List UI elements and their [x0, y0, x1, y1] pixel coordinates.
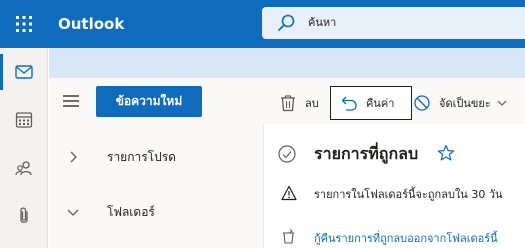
- rail-item-people[interactable]: [0, 144, 48, 192]
- retention-info-text: รายการในโฟลเดอร์นี้จะถูกลบใน 30 วัน: [314, 188, 503, 201]
- active-indicator: [0, 54, 3, 90]
- new-message-button[interactable]: ข้อความใหม่: [96, 86, 202, 117]
- app-name[interactable]: Outlook: [58, 0, 124, 48]
- select-all-checkbox[interactable]: [278, 145, 296, 163]
- folder-group-label: รายการโปรด: [107, 149, 176, 164]
- app-launcher-button[interactable]: [0, 0, 48, 48]
- restore-button[interactable]: คืนค่า: [330, 86, 412, 120]
- notification-banner: [49, 48, 525, 78]
- people-icon: [15, 161, 32, 176]
- recover-deleted-items-link[interactable]: กู้คืนรายการที่ถูกลบออกจากโฟลเดอร์นี้: [314, 229, 498, 247]
- folder-title: รายการที่ถูกลบ: [314, 144, 419, 163]
- rail-item-calendar[interactable]: [0, 96, 48, 144]
- folder-group-favorites[interactable]: รายการโปรด: [49, 138, 263, 176]
- delete-label: ลบ: [305, 97, 319, 110]
- restore-label: คืนค่า: [366, 97, 395, 110]
- report-junk-button[interactable]: จัดเป็นขยะ: [413, 86, 507, 120]
- search-input[interactable]: ค้นหา: [262, 7, 525, 39]
- folder-group-folders[interactable]: โฟลเดอร์: [49, 193, 263, 231]
- undo-icon: [341, 96, 357, 111]
- search-icon: [278, 14, 295, 31]
- block-icon: [414, 95, 430, 111]
- search-placeholder: ค้นหา: [308, 16, 337, 29]
- chevron-down-icon[interactable]: [67, 206, 79, 218]
- calendar-icon: [15, 112, 33, 128]
- rail-item-mail[interactable]: [0, 48, 48, 96]
- star-icon[interactable]: [437, 144, 455, 162]
- app-rail: [0, 48, 48, 248]
- mail-icon: [15, 65, 33, 79]
- rail-item-files[interactable]: [0, 192, 48, 240]
- report-junk-label: จัดเป็นขยะ: [439, 97, 491, 110]
- delete-button[interactable]: ลบ: [279, 86, 319, 120]
- attachment-icon: [20, 207, 28, 223]
- chevron-right-icon[interactable]: [67, 151, 79, 163]
- warning-icon: [281, 185, 297, 201]
- chevron-down-icon[interactable]: [497, 98, 507, 108]
- folder-group-label: โฟลเดอร์: [107, 204, 155, 219]
- hamburger-menu-icon[interactable]: [62, 92, 80, 110]
- trash-icon: [281, 95, 295, 112]
- top-header: Outlook ค้นหา: [0, 0, 525, 48]
- waffle-icon: [16, 16, 32, 32]
- recover-items-icon: [283, 229, 294, 244]
